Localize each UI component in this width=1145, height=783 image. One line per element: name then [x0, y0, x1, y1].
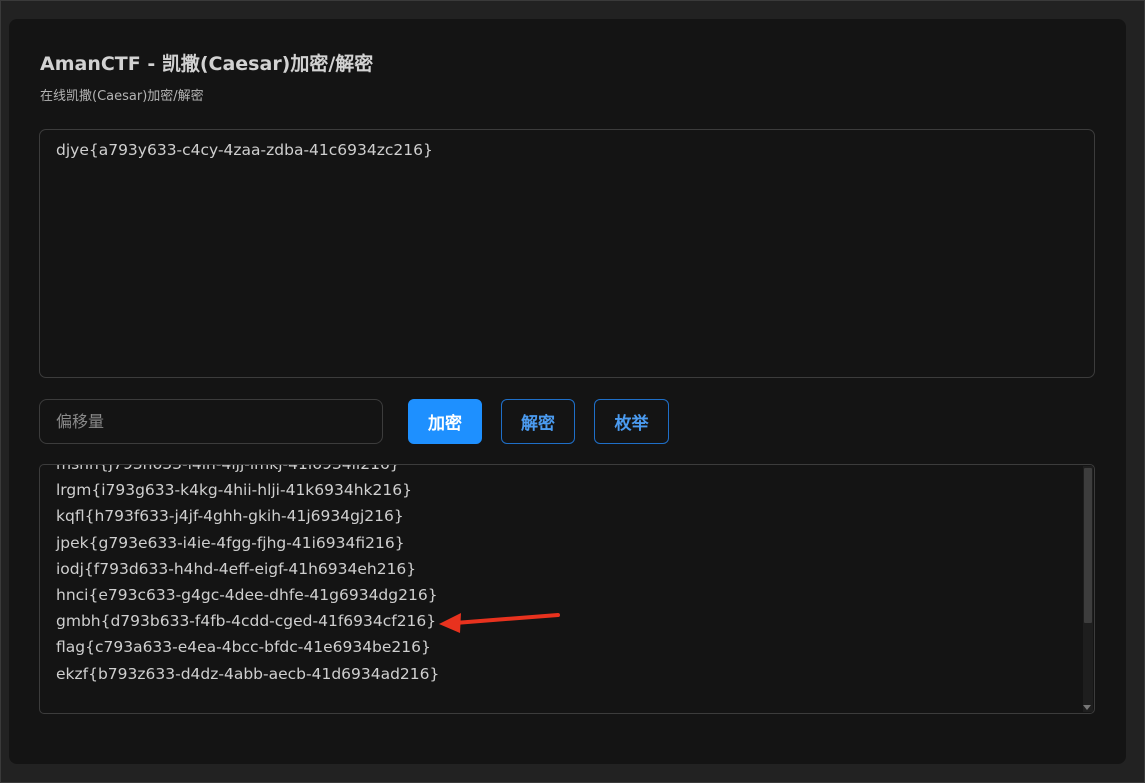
shift-amount-input[interactable] [39, 399, 383, 444]
scroll-down-arrow-icon[interactable] [1083, 705, 1091, 710]
enumerate-button[interactable]: 枚举 [594, 399, 669, 444]
result-line: iodj{f793d633-h4hd-4eff-eigf-41h6934eh21… [56, 559, 417, 578]
result-line: gmbh{d793b633-f4fb-4cdd-cged-41f6934cf21… [56, 612, 437, 631]
caesar-tool-card: AmanCTF - 凯撒(Caesar)加密/解密 在线凯撒(Caesar)加密… [9, 19, 1126, 764]
cipher-input-textarea[interactable]: djye{a793y633-c4cy-4zaa-zdba-41c6934zc21… [39, 129, 1095, 378]
result-scrollbar[interactable] [1083, 466, 1093, 712]
result-output-textarea[interactable]: mshn{j793h633-l4lh-4ijj-imkj-41l6934il21… [39, 464, 1095, 714]
scrollbar-thumb[interactable] [1084, 468, 1092, 623]
result-line: kqfl{h793f633-j4jf-4ghh-gkih-41j6934gj21… [56, 507, 404, 526]
result-line: lrgm{i793g633-k4kg-4hii-hlji-41k6934hk21… [56, 481, 412, 500]
result-line: ekzf{b793z633-d4dz-4abb-aecb-41d6934ad21… [56, 664, 440, 683]
result-line: flag{c793a633-e4ea-4bcc-bfdc-41e6934be21… [56, 638, 431, 657]
encrypt-button[interactable]: 加密 [408, 399, 482, 444]
browser-frame: AmanCTF - 凯撒(Caesar)加密/解密 在线凯撒(Caesar)加密… [0, 0, 1145, 783]
result-line: jpek{g793e633-i4ie-4fgg-fjhg-41i6934fi21… [56, 533, 405, 552]
result-line: mshn{j793h633-l4lh-4ijj-imkj-41l6934il21… [56, 464, 400, 473]
page-subtitle: 在线凯撒(Caesar)加密/解密 [40, 89, 204, 104]
red-arrow-icon [439, 613, 560, 633]
result-line: hnci{e793c633-g4gc-4dee-dhfe-41g6934dg21… [56, 585, 438, 604]
result-lines-list: mshn{j793h633-l4lh-4ijj-imkj-41l6934il21… [56, 464, 440, 687]
page-title: AmanCTF - 凯撒(Caesar)加密/解密 [40, 53, 374, 75]
decrypt-button[interactable]: 解密 [501, 399, 575, 444]
